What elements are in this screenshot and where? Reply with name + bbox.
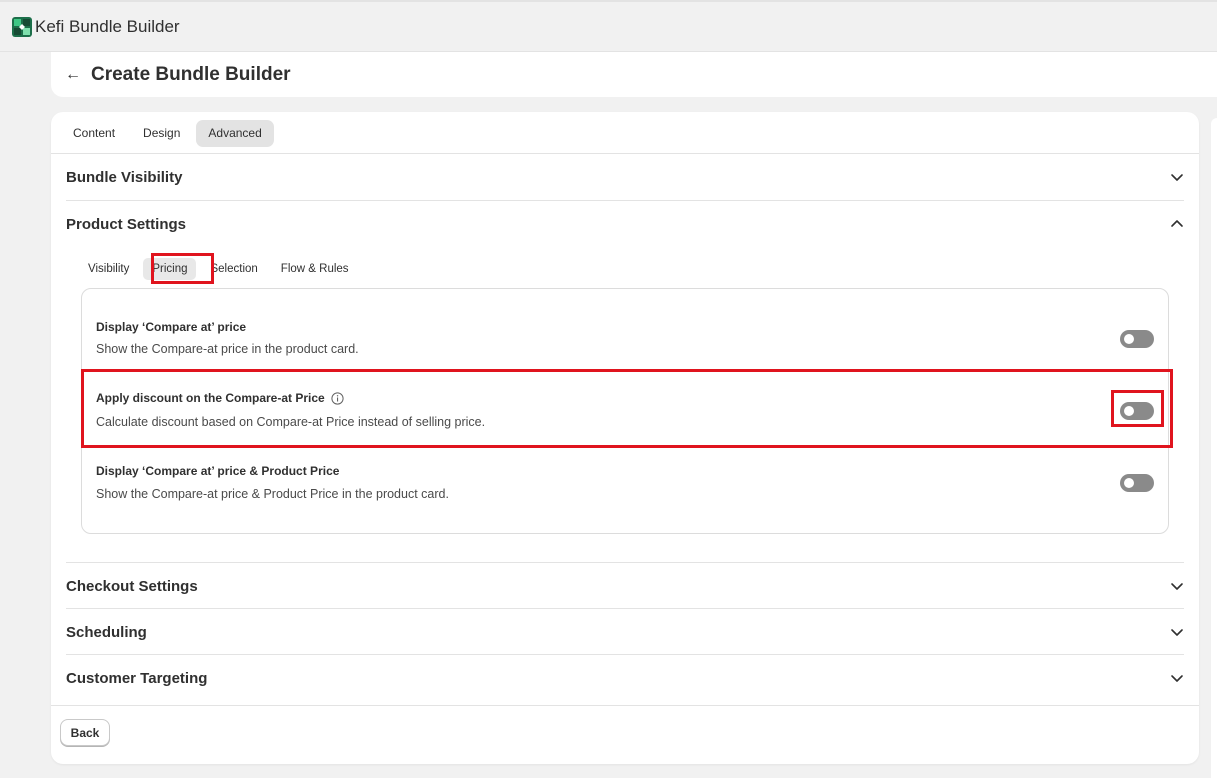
setting-description: Show the Compare-at price in the product… (96, 342, 359, 356)
section-customer-targeting[interactable]: Customer Targeting (66, 655, 1184, 701)
section-product-settings[interactable]: Product Settings (66, 201, 1184, 247)
back-arrow-icon[interactable]: ← (65, 66, 81, 84)
chevron-down-icon (1171, 629, 1183, 636)
section-title: Bundle Visibility (66, 168, 183, 186)
section-scheduling[interactable]: Scheduling (66, 609, 1184, 655)
toggle-display-compare-at-price[interactable] (1120, 330, 1154, 348)
section-title: Customer Targeting (66, 669, 208, 687)
chevron-down-icon (1171, 675, 1183, 682)
back-button[interactable]: Back (60, 719, 110, 746)
page-title: Create Bundle Builder (91, 63, 291, 85)
tab-content[interactable]: Content (61, 120, 127, 147)
tab-advanced[interactable]: Advanced (196, 120, 274, 147)
chevron-up-icon (1171, 220, 1183, 227)
toggle-display-compare-at-and-product-price[interactable] (1120, 474, 1154, 492)
highlight-box-apply-discount-row (81, 369, 1173, 448)
chevron-down-icon (1171, 174, 1183, 181)
subtab-flow-rules[interactable]: Flow & Rules (272, 258, 358, 280)
setting-title: Display ‘Compare at’ price (96, 320, 247, 334)
footer-divider (51, 705, 1199, 706)
highlight-box-apply-discount-toggle (1111, 390, 1164, 427)
section-title: Product Settings (66, 215, 187, 233)
main-tabs: Content Design Advanced (61, 120, 274, 147)
page-title-bar: ← Create Bundle Builder (51, 52, 1217, 97)
section-bundle-visibility[interactable]: Bundle Visibility (66, 154, 1184, 200)
highlight-box-pricing-tab (151, 253, 214, 284)
chevron-down-icon (1171, 583, 1183, 590)
app-header: Kefi Bundle Builder (0, 0, 1217, 52)
side-panel-edge (1211, 118, 1217, 778)
section-checkout-settings[interactable]: Checkout Settings (66, 563, 1184, 609)
app-title: Kefi Bundle Builder (35, 16, 180, 36)
section-title: Scheduling (66, 623, 147, 641)
settings-card: Content Design Advanced Bundle Visibilit… (51, 112, 1199, 764)
product-settings-subtabs: Visibility Pricing Selection Flow & Rule… (79, 258, 363, 280)
section-title: Checkout Settings (66, 577, 198, 595)
kefi-logo-icon (12, 16, 32, 37)
setting-title: Display ‘Compare at’ price & Product Pri… (96, 464, 340, 478)
setting-description: Show the Compare-at price & Product Pric… (96, 487, 449, 501)
subtab-visibility[interactable]: Visibility (79, 258, 138, 280)
tab-design[interactable]: Design (131, 120, 192, 147)
